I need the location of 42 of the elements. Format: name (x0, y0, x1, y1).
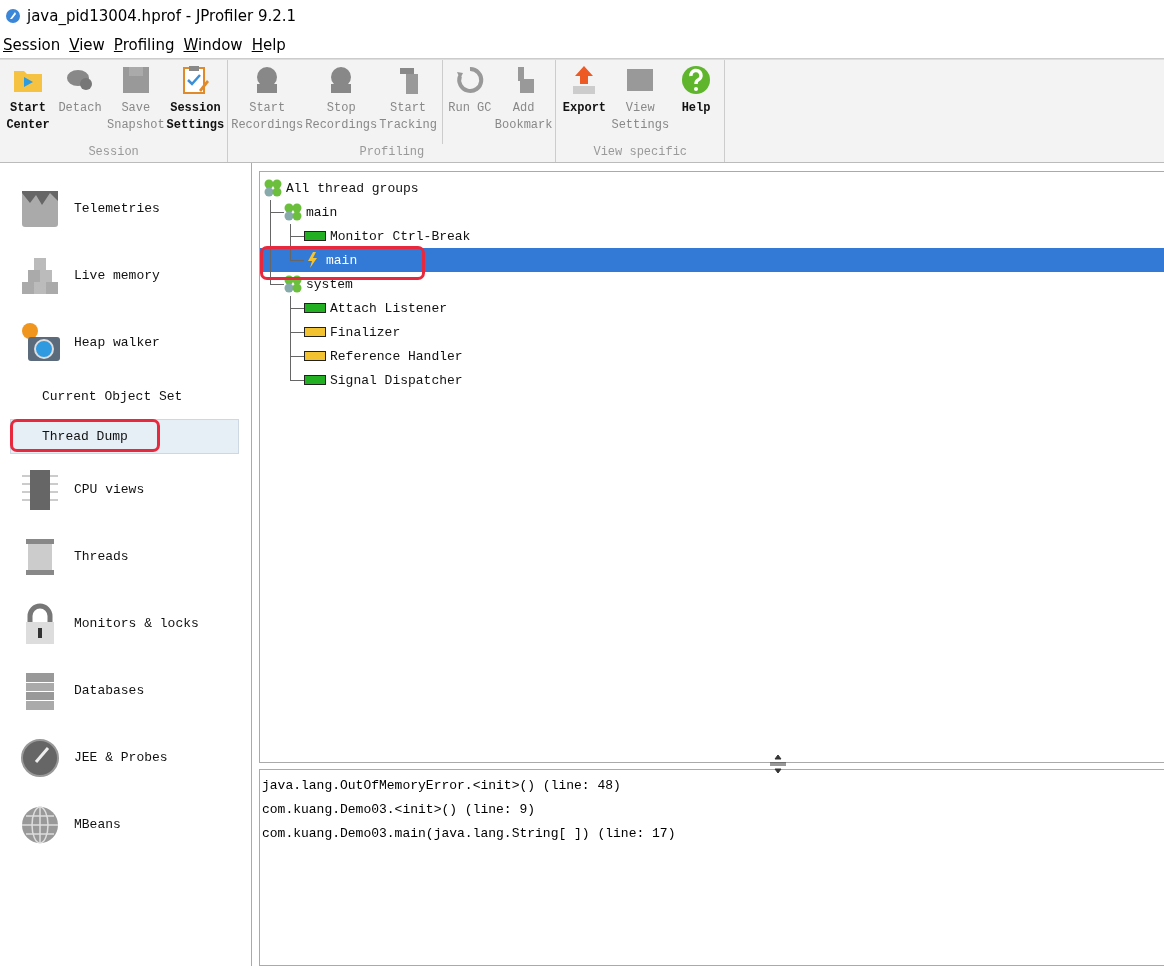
tree-node[interactable]: Reference Handler (260, 344, 1164, 368)
sidebar-item[interactable]: Threads (0, 523, 251, 590)
help-icon (680, 64, 713, 96)
tree-node[interactable]: main (260, 200, 1164, 224)
sidebar-item[interactable]: Telemetries (0, 175, 251, 242)
sidebar-item[interactable]: Current Object Set (10, 379, 239, 414)
toolbar-button[interactable]: Session Settings (165, 60, 226, 144)
toolbar-button[interactable]: Export (558, 60, 611, 144)
tree-node[interactable]: Attach Listener (260, 296, 1164, 320)
clover-icon (284, 275, 302, 293)
sidebar-item[interactable]: Monitors & locks (0, 590, 251, 657)
menu-item[interactable]: Window (183, 36, 243, 54)
toolbar-button[interactable]: Start Center (2, 60, 54, 144)
tree-node[interactable]: Monitor Ctrl-Break (260, 224, 1164, 248)
sidebar-item[interactable]: Databases (0, 657, 251, 724)
stack-frame[interactable]: java.lang.OutOfMemoryError.<init>() (line: 48) (260, 774, 1164, 798)
window-title: java_pid13004.hprof - JProfiler 9.2.1 (27, 7, 297, 25)
sidebar-item[interactable]: Thread Dump (10, 419, 239, 454)
tree-node[interactable]: All thread groups (260, 176, 1164, 200)
toolbar-group-label: Session (88, 144, 139, 160)
clover-icon (284, 203, 302, 221)
splitter-handle-icon[interactable] (768, 754, 788, 774)
tree-node[interactable]: main (260, 248, 1164, 272)
sidebar-item[interactable]: JEE & Probes (0, 724, 251, 791)
menu-item[interactable]: Help (251, 36, 286, 54)
toolbar-group-label: View specific (593, 144, 688, 160)
menu-item[interactable]: View (69, 36, 105, 54)
toolbar-group-label: Profiling (359, 144, 425, 160)
menu-item[interactable]: Profiling (113, 36, 175, 54)
sidebar-item[interactable]: MBeans (0, 791, 251, 858)
sidebar-item[interactable]: CPU views (0, 456, 251, 523)
tree-node[interactable]: Finalizer (260, 320, 1164, 344)
stack-frame[interactable]: com.kuang.Demo03.main(java.lang.String[ ]) (line: 17) (260, 822, 1164, 846)
sidebar-item[interactable]: Live memory (0, 242, 251, 309)
stack-frame[interactable]: com.kuang.Demo03.<init>() (line: 9) (260, 798, 1164, 822)
tree-node[interactable]: Signal Dispatcher (260, 368, 1164, 392)
tree-node[interactable]: system (260, 272, 1164, 296)
sidebar-item[interactable]: Heap walker (0, 309, 251, 376)
menu-item[interactable]: Session (3, 36, 61, 54)
clover-icon (264, 179, 282, 197)
app-icon (5, 8, 21, 24)
toolbar-button[interactable]: Help (670, 60, 723, 144)
